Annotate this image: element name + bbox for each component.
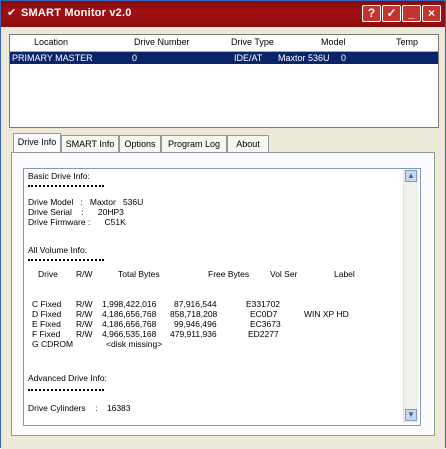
vol-row-rw: R/W bbox=[76, 329, 93, 339]
help-button[interactable]: ? bbox=[362, 5, 381, 22]
drives-list[interactable]: Location Drive Number Drive Type Model T… bbox=[9, 34, 439, 128]
vol-row-rw: R/W bbox=[76, 299, 93, 309]
vol-row-total: 4,186,656,768 bbox=[102, 309, 157, 319]
vol-col-free: Free Bytes bbox=[208, 269, 250, 279]
vertical-scrollbar[interactable]: ▲ ▼ bbox=[403, 169, 418, 423]
separator bbox=[28, 259, 104, 261]
tab-smart-info[interactable]: SMART Info bbox=[61, 135, 119, 152]
drive-cylinders-line: Drive Cylinders : 16383 bbox=[28, 403, 131, 413]
vol-row-drive: E Fixed bbox=[32, 319, 61, 329]
tab-drive-info[interactable]: Drive Info bbox=[13, 133, 61, 153]
column-location[interactable]: Location bbox=[34, 37, 68, 47]
vol-row-volser: ED2277 bbox=[248, 329, 279, 339]
vol-row-drive: D Fixed bbox=[32, 309, 62, 319]
vol-row-rw: R/W bbox=[76, 319, 93, 329]
vol-row-total: <disk missing> bbox=[106, 339, 163, 349]
vol-row-drive: C Fixed bbox=[32, 299, 62, 309]
drives-list-row[interactable]: PRIMARY MASTER 0 IDE/AT Maxtor 536U 0 bbox=[10, 52, 438, 64]
column-drive-number[interactable]: Drive Number bbox=[134, 37, 190, 47]
vol-row-volser: E331702 bbox=[246, 299, 281, 309]
vol-row-drive: G CDROM bbox=[32, 339, 74, 349]
cell-temp: 0 bbox=[341, 53, 347, 63]
column-drive-type[interactable]: Drive Type bbox=[231, 37, 274, 47]
column-model[interactable]: Model bbox=[321, 37, 346, 47]
vol-row-drive: F Fixed bbox=[32, 329, 61, 339]
vol-col-total: Total Bytes bbox=[118, 269, 160, 279]
advanced-info-header: Advanced Drive Info: bbox=[28, 373, 107, 383]
check-button[interactable]: ✓ bbox=[382, 5, 401, 22]
tab-about[interactable]: About bbox=[227, 135, 269, 152]
separator bbox=[28, 185, 104, 187]
window-title: SMART Monitor v2.0 bbox=[21, 7, 132, 19]
vol-row-rw: R/W bbox=[76, 309, 93, 319]
drive-serial-line: Drive Serial : 20HP3 bbox=[28, 207, 124, 217]
all-volume-header: All Volume Info: bbox=[28, 245, 88, 255]
vol-row-total: 1,998,422,016 bbox=[102, 299, 157, 309]
main-window: ✔ SMART Monitor v2.0 ? ✓ _ × Location Dr… bbox=[0, 0, 446, 449]
scroll-down-icon[interactable]: ▼ bbox=[405, 409, 417, 421]
title-bar[interactable]: ✔ SMART Monitor v2.0 ? ✓ _ × bbox=[1, 1, 445, 27]
column-temp[interactable]: Temp bbox=[396, 37, 418, 47]
cell-drive-type: IDE/AT bbox=[234, 53, 263, 63]
vol-col-label: Label bbox=[334, 269, 355, 279]
vol-row-free: 99,946,496 bbox=[174, 319, 217, 329]
cell-model: Maxtor 536U bbox=[278, 53, 330, 63]
drive-model-line: Drive Model : Maxtor 536U bbox=[28, 197, 144, 207]
vol-row-label: WIN XP HD bbox=[304, 309, 349, 319]
scroll-up-icon[interactable]: ▲ bbox=[405, 170, 417, 182]
separator bbox=[28, 389, 104, 391]
close-button[interactable]: × bbox=[422, 5, 441, 22]
vol-row-volser: EC0D7 bbox=[250, 309, 278, 319]
drive-firmware-line: Drive Firmware : C51K bbox=[28, 217, 126, 227]
basic-info-header: Basic Drive Info: bbox=[28, 171, 90, 181]
vol-row-total: 4,966,535,168 bbox=[102, 329, 157, 339]
app-icon: ✔ bbox=[7, 7, 17, 19]
minimize-button[interactable]: _ bbox=[402, 5, 421, 22]
tab-options[interactable]: Options bbox=[119, 135, 161, 152]
cell-location: PRIMARY MASTER bbox=[12, 53, 93, 63]
drives-list-header: Location Drive Number Drive Type Model T… bbox=[10, 35, 438, 52]
vol-row-total: 4,186,656,768 bbox=[102, 319, 157, 329]
vol-row-free: 87,916,544 bbox=[174, 299, 217, 309]
vol-row-volser: EC3673 bbox=[250, 319, 281, 329]
vol-row-free: 479,911,936 bbox=[170, 329, 217, 339]
vol-col-rw: R/W bbox=[76, 269, 93, 279]
vol-row-free: 858,718,208 bbox=[170, 309, 218, 319]
cell-drive-number: 0 bbox=[132, 53, 138, 63]
tab-program-log[interactable]: Program Log bbox=[161, 135, 227, 152]
vol-col-volser: Vol Ser bbox=[270, 269, 298, 279]
vol-col-drive: Drive bbox=[38, 269, 58, 279]
drive-info-memo[interactable]: Basic Drive Info: Drive Model : Maxtor 5… bbox=[23, 168, 421, 426]
